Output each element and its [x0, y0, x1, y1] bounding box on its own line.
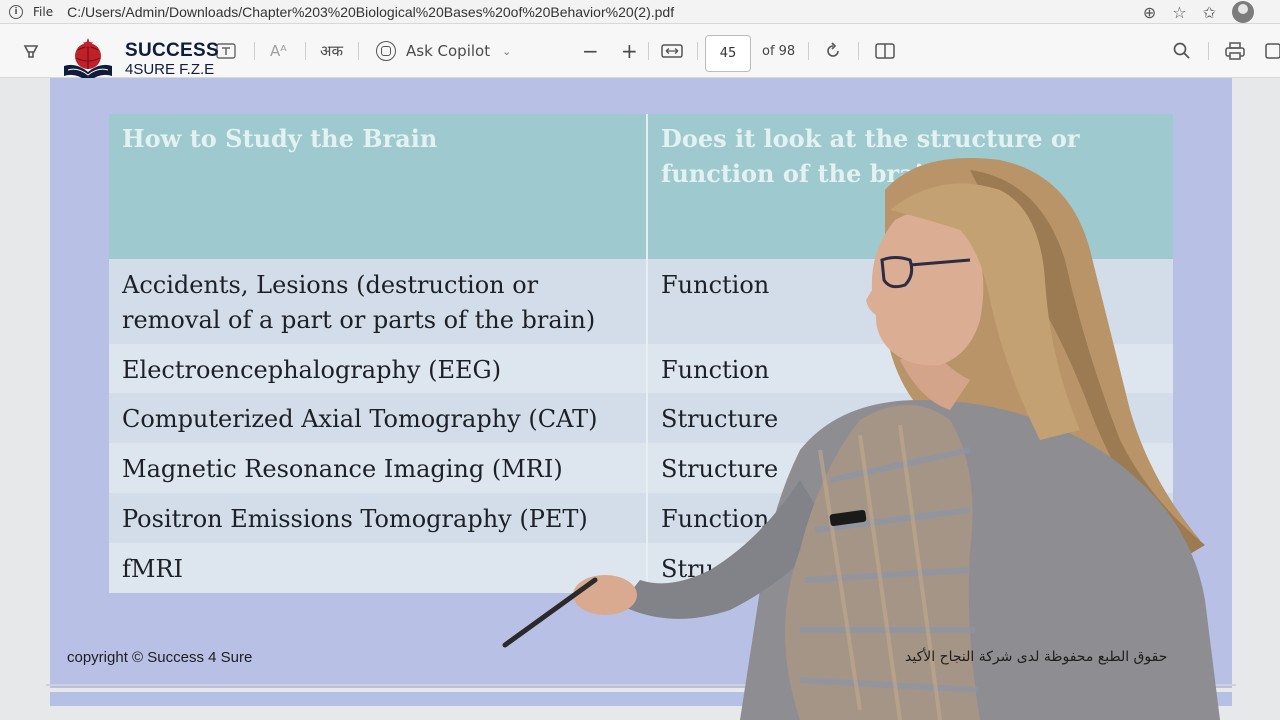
print-icon[interactable] [1224, 24, 1246, 78]
globe-book-icon [64, 38, 112, 82]
address-label: File [33, 4, 54, 19]
info-icon[interactable]: i [9, 4, 23, 19]
presenter-figure [502, 158, 1220, 720]
page-count: of 98 [762, 43, 796, 59]
read-aloud-button[interactable]: Aᴬ [270, 24, 287, 78]
save-icon[interactable] [1264, 24, 1280, 78]
ask-copilot-button[interactable]: Ask Copilot ⌄ [376, 24, 511, 78]
logo-title: SUCCESS [125, 40, 219, 61]
copyright-text: copyright © Success 4 Sure [67, 649, 253, 666]
star-icon[interactable]: ☆ [1172, 3, 1186, 22]
avatar[interactable] [1232, 1, 1254, 23]
zoom-out-button[interactable]: − [582, 24, 599, 78]
address-bar: i File C:/Users/Admin/Downloads/Chapter%… [0, 0, 1280, 24]
rotate-icon[interactable] [823, 24, 843, 78]
arabic-copyright-text: حقوق الطبع محفوظة لدى شركة النجاح الأكيد [905, 649, 1168, 665]
translate-button[interactable]: अक [320, 24, 343, 78]
page-number-input[interactable]: 45 [705, 35, 751, 72]
copilot-label: Ask Copilot [406, 42, 491, 60]
zoom-icon[interactable]: ⊕ [1143, 3, 1156, 22]
copilot-icon [376, 41, 396, 61]
favorites-icon[interactable]: ✩ [1203, 3, 1216, 22]
zoom-in-button[interactable]: + [621, 24, 638, 78]
highlight-icon[interactable] [22, 24, 40, 78]
search-icon[interactable] [1172, 24, 1192, 78]
logo-subtitle: 4SURE F.Z.E [125, 61, 215, 78]
url-text[interactable]: C:/Users/Admin/Downloads/Chapter%203%20B… [67, 4, 674, 20]
page-view-icon[interactable] [874, 24, 896, 78]
fit-width-icon[interactable] [661, 24, 683, 78]
chevron-down-icon: ⌄ [502, 44, 512, 58]
